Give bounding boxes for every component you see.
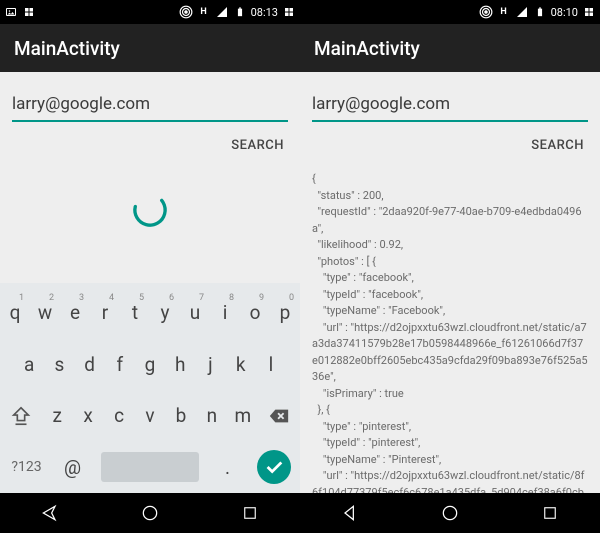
key-e[interactable]: 3e — [62, 291, 88, 335]
key-r[interactable]: 4r — [92, 291, 118, 335]
key-z[interactable]: z — [44, 394, 71, 438]
nav-recent-button[interactable] — [538, 501, 562, 525]
main-content: SEARCH — [0, 72, 300, 283]
loading-spinner-icon — [129, 189, 171, 231]
key-p[interactable]: 0p — [272, 291, 298, 335]
hotspot-icon — [179, 5, 193, 19]
nav-back-button[interactable] — [338, 501, 362, 525]
email-field[interactable] — [12, 88, 288, 122]
key-q[interactable]: 1q — [2, 291, 28, 335]
key-y[interactable]: 6y — [152, 291, 178, 335]
app-bar: MainActivity — [300, 24, 600, 72]
shift-key[interactable] — [2, 394, 40, 438]
key-i[interactable]: 8i — [212, 291, 238, 335]
key-h[interactable]: h — [167, 342, 193, 386]
battery-icon — [533, 5, 547, 19]
search-button[interactable]: SEARCH — [527, 132, 588, 159]
navigation-bar — [300, 493, 600, 533]
period-key[interactable]: . — [210, 445, 245, 489]
app-title: MainActivity — [314, 37, 420, 60]
key-b[interactable]: b — [167, 394, 194, 438]
signal-icon — [515, 5, 529, 19]
app-title: MainActivity — [14, 37, 120, 60]
status-bar: H 08:10 — [300, 0, 600, 24]
signal-icon — [215, 5, 229, 19]
keyboard-row-4: ?123@. — [0, 442, 300, 494]
keyboard-row-2: asdfghjkl — [0, 339, 300, 391]
key-a[interactable]: a — [16, 342, 42, 386]
clock: 08:10 — [551, 6, 578, 19]
image-icon — [4, 5, 18, 19]
at-key[interactable]: @ — [55, 445, 90, 489]
symbols-key[interactable]: ?123 — [2, 445, 51, 489]
bbm-icon-right — [282, 5, 296, 19]
key-n[interactable]: n — [198, 394, 225, 438]
nav-back-button[interactable] — [38, 501, 62, 525]
key-d[interactable]: d — [76, 342, 102, 386]
app-bar: MainActivity — [0, 24, 300, 72]
search-button[interactable]: SEARCH — [227, 132, 288, 159]
key-v[interactable]: v — [137, 394, 164, 438]
right-screen: H 08:10 MainActivity SEARCH { "status" :… — [300, 0, 600, 533]
key-k[interactable]: k — [228, 342, 254, 386]
battery-icon — [233, 5, 247, 19]
key-c[interactable]: c — [106, 394, 133, 438]
key-w[interactable]: 2w — [32, 291, 58, 335]
result-text: { "status" : 200, "requestId" : "2daa920… — [312, 171, 588, 493]
key-g[interactable]: g — [137, 342, 163, 386]
keyboard-row-1: 1q2w3e4r5t6y7u8i9o0p — [0, 287, 300, 339]
keyboard-row-3: zxcvbnm — [0, 390, 300, 442]
left-screen: H 08:13 MainActivity SEARCH 1q2w3e4r5t6y… — [0, 0, 300, 533]
nav-recent-button[interactable] — [238, 501, 262, 525]
status-bar: H 08:13 — [0, 0, 300, 24]
main-content: SEARCH { "status" : 200, "requestId" : "… — [300, 72, 600, 493]
enter-key[interactable] — [249, 445, 298, 489]
soft-keyboard[interactable]: 1q2w3e4r5t6y7u8i9o0p asdfghjkl zxcvbnm ?… — [0, 283, 300, 493]
nav-home-button[interactable] — [438, 501, 462, 525]
key-s[interactable]: s — [46, 342, 72, 386]
key-u[interactable]: 7u — [182, 291, 208, 335]
clock: 08:13 — [251, 6, 278, 19]
signal-h-icon: H — [497, 5, 511, 19]
email-field[interactable] — [312, 88, 588, 122]
key-o[interactable]: 9o — [242, 291, 268, 335]
backspace-key[interactable] — [260, 394, 298, 438]
nav-home-button[interactable] — [138, 501, 162, 525]
navigation-bar — [0, 493, 300, 533]
key-f[interactable]: f — [107, 342, 133, 386]
key-j[interactable]: j — [197, 342, 223, 386]
bbm-icon-right — [582, 5, 596, 19]
bbm-icon — [22, 5, 36, 19]
hotspot-icon — [479, 5, 493, 19]
space-key[interactable] — [94, 445, 206, 489]
key-m[interactable]: m — [229, 394, 256, 438]
signal-h-icon: H — [197, 5, 211, 19]
key-x[interactable]: x — [75, 394, 102, 438]
key-l[interactable]: l — [258, 342, 284, 386]
key-t[interactable]: 5t — [122, 291, 148, 335]
